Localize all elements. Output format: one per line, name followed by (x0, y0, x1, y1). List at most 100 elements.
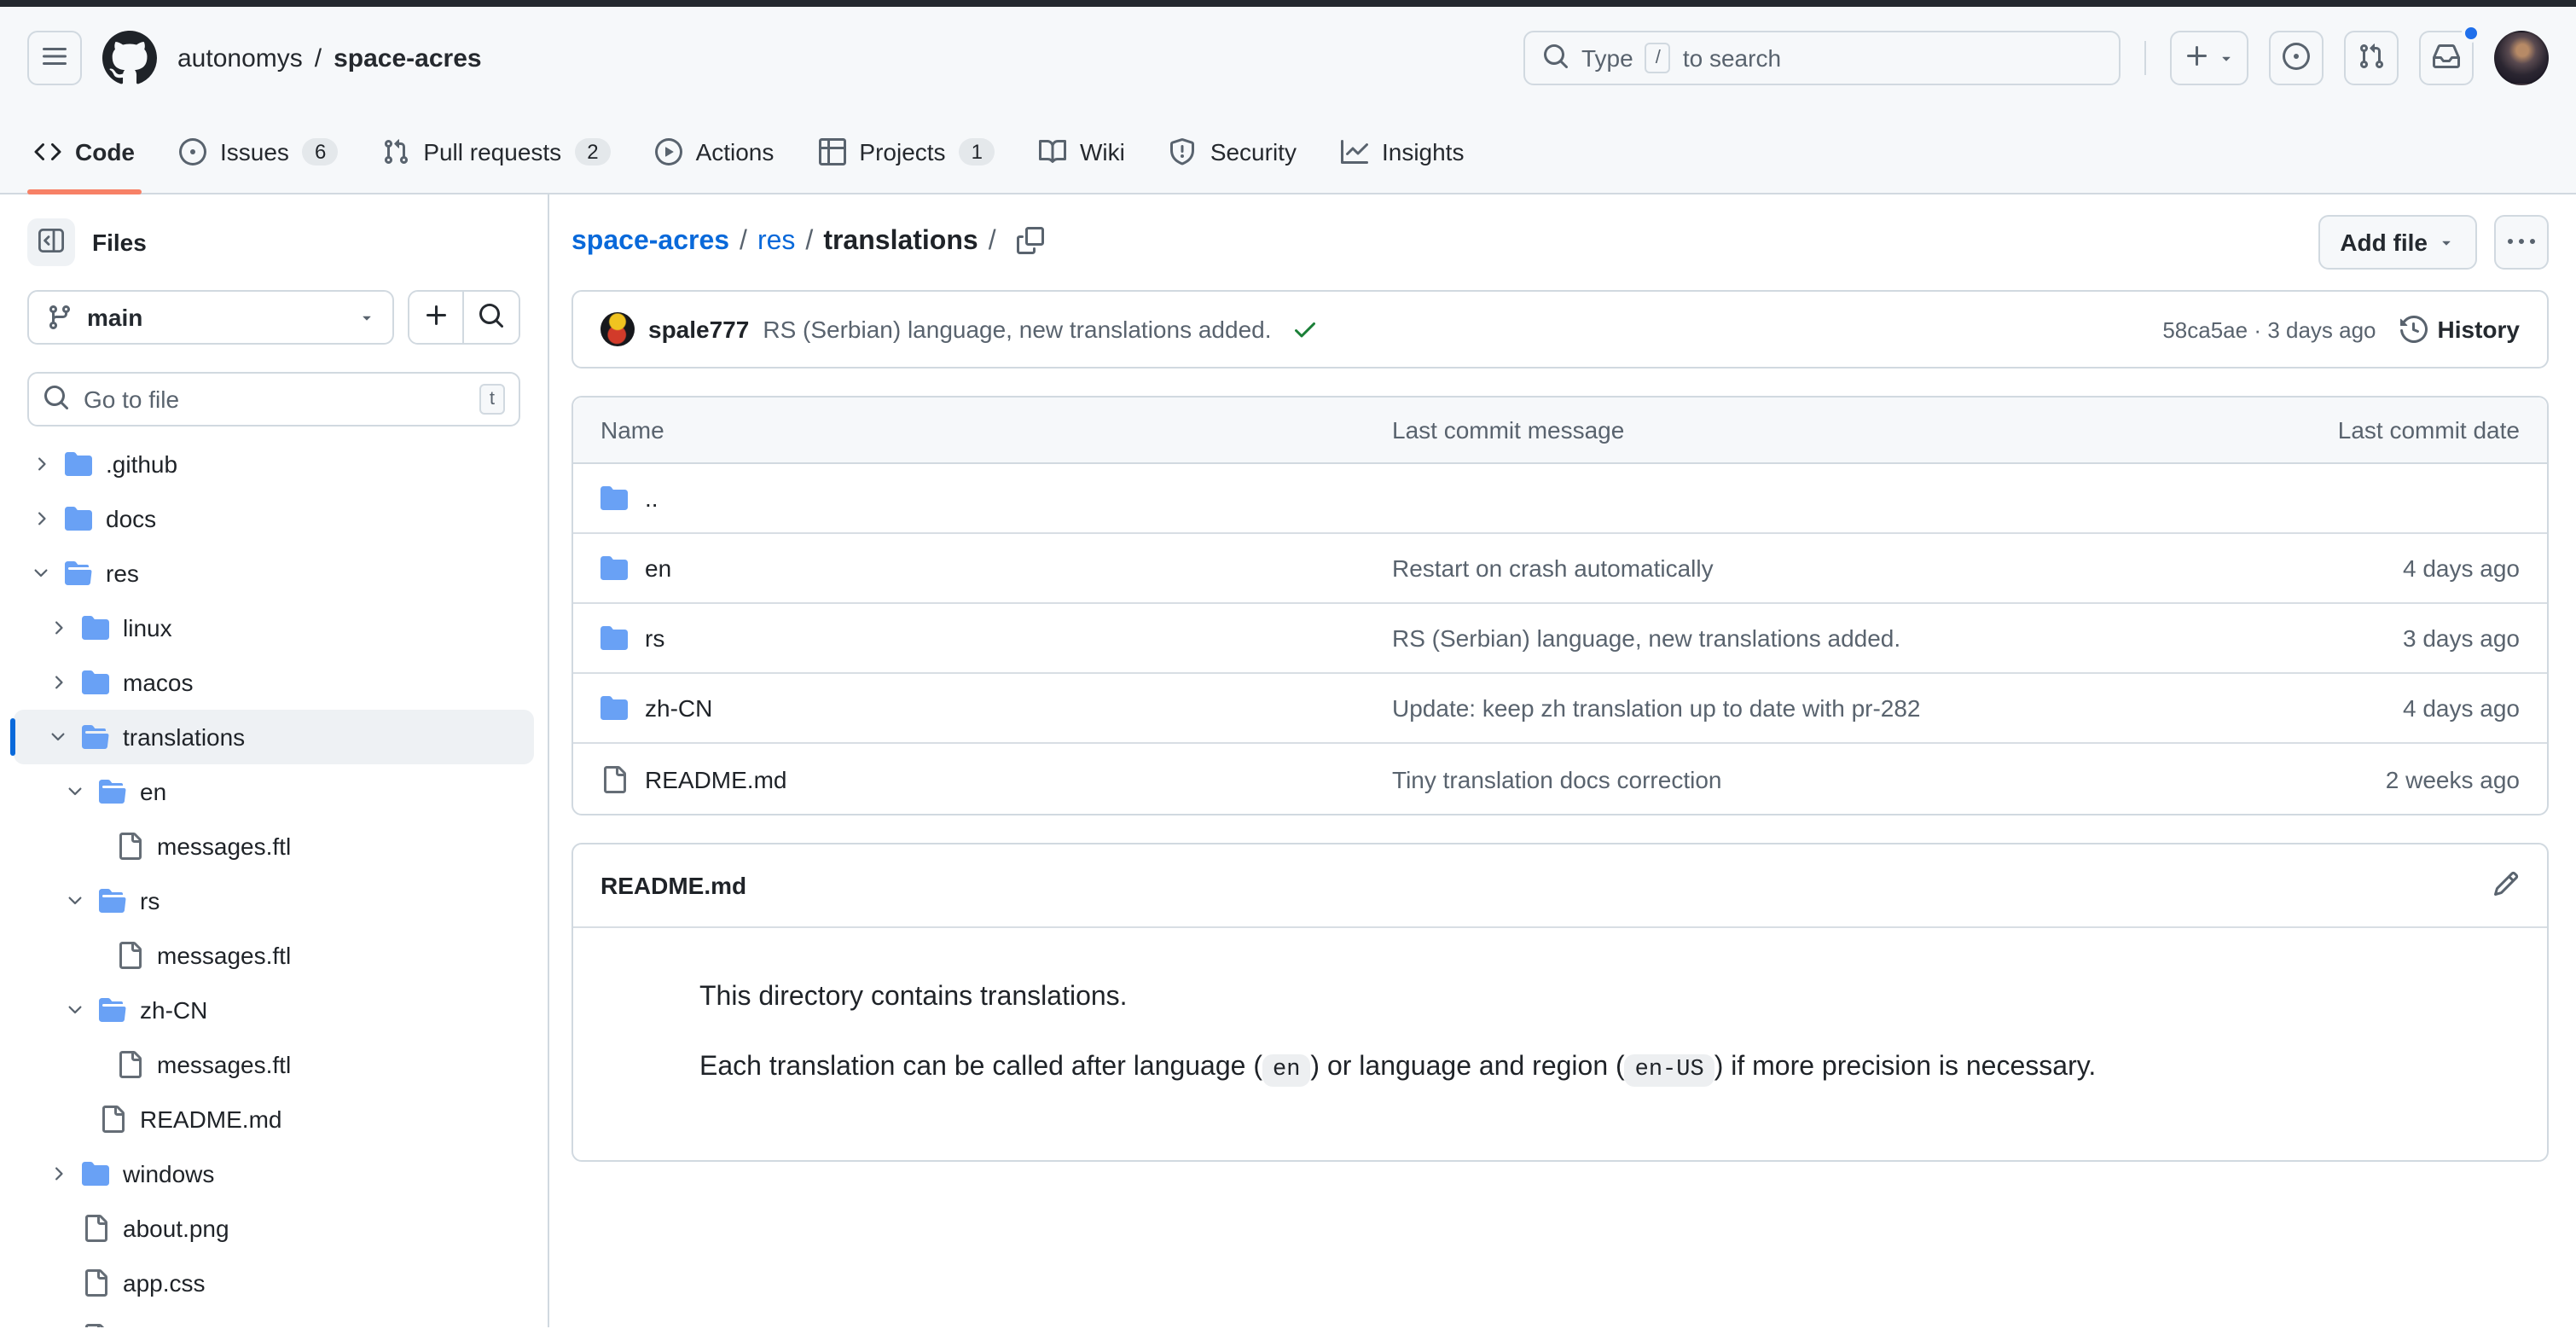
path-current-dir: translations (823, 227, 978, 258)
row-commit-date: 3 days ago (2213, 624, 2520, 652)
tab-code[interactable]: Code (17, 109, 152, 193)
tree-item-app.css[interactable]: app.css (14, 1256, 534, 1310)
tree-item-label: linux (123, 614, 172, 641)
tree-item-messages.ftl[interactable]: messages.ftl (14, 928, 534, 983)
file-icon (116, 942, 143, 969)
tab-counter: 2 (575, 137, 610, 165)
new-file-button[interactable] (409, 292, 464, 343)
row-commit-message[interactable]: Update: keep zh translation up to date w… (1392, 694, 2213, 722)
tree-item-rs[interactable]: rs (14, 873, 534, 928)
commit-sha-and-time[interactable]: 58ca5ae · 3 days ago (2162, 316, 2376, 342)
search-icon (478, 301, 505, 334)
tree-item-macos[interactable]: macos (14, 655, 534, 710)
commit-status-check-icon[interactable] (1292, 316, 1320, 343)
chevron-down-icon[interactable] (48, 727, 68, 747)
chevron-down-icon[interactable] (65, 891, 85, 911)
row-commit-message[interactable]: Tiny translation docs correction (1392, 765, 2213, 792)
go-to-file-input[interactable]: Go to file t (27, 372, 520, 427)
commit-message-link[interactable]: RS (Serbian) language, new translations … (763, 316, 1271, 343)
row-commit-message[interactable]: RS (Serbian) language, new translations … (1392, 624, 2213, 652)
commit-author-avatar[interactable] (600, 312, 635, 346)
row-commit-message[interactable]: Restart on crash automatically (1392, 554, 2213, 582)
file-name-link[interactable]: zh-CN (645, 694, 712, 722)
pencil-icon (2492, 869, 2520, 902)
tab-insights[interactable]: Insights (1324, 109, 1482, 193)
breadcrumb-repo-link[interactable]: space-acres (334, 44, 481, 73)
tab-projects[interactable]: Projects1 (801, 109, 1012, 193)
file-row-zh-CN[interactable]: zh-CN Update: keep zh translation up to d… (573, 674, 2547, 744)
tree-item-messages.ftl[interactable]: messages.ftl (14, 1037, 534, 1092)
breadcrumb-owner-link[interactable]: autonomys (177, 44, 303, 73)
add-file-button[interactable]: Add file (2318, 215, 2477, 270)
folder-icon (82, 669, 109, 696)
file-name-link[interactable]: .. (645, 485, 659, 512)
chevron-down-icon[interactable] (31, 563, 51, 583)
tree-item-label: messages.ftl (157, 942, 291, 969)
collapse-file-tree-button[interactable] (27, 218, 75, 266)
global-header: autonomys / space-acres Type / to search (0, 7, 2576, 109)
search-placeholder-prefix: Type (1581, 44, 1633, 72)
chevron-right-icon[interactable] (48, 618, 68, 638)
tree-item-res[interactable]: res (14, 546, 534, 601)
file-row-rs[interactable]: rs RS (Serbian) language, new translation… (573, 604, 2547, 674)
copy-path-button[interactable] (1017, 226, 1044, 258)
tree-item-windows[interactable]: windows (14, 1146, 534, 1201)
chevron-down-icon[interactable] (65, 1000, 85, 1020)
chevron-down-icon[interactable] (65, 781, 85, 802)
issues-dashboard-button[interactable] (2269, 31, 2324, 85)
path-repo-link[interactable]: space-acres (571, 227, 729, 258)
tree-item-label: messages.ftl (157, 833, 291, 860)
user-avatar[interactable] (2494, 31, 2549, 85)
chevron-right-icon[interactable] (48, 1164, 68, 1184)
tab-actions[interactable]: Actions (638, 109, 792, 193)
tree-item-label: messages.ftl (157, 1051, 291, 1078)
branch-selector[interactable]: main (27, 290, 394, 345)
tree-item-docs[interactable]: docs (14, 491, 534, 546)
file-row-en[interactable]: enRestart on crash automatically4 days a… (573, 534, 2547, 604)
tree-item-about.png[interactable]: about.png (14, 1201, 534, 1256)
search-icon (1542, 42, 1569, 74)
commit-author-link[interactable]: spale777 (648, 316, 749, 343)
file-row-README.md[interactable]: README.md Tiny translation docs correctio… (573, 744, 2547, 814)
tree-item-label: en (140, 778, 166, 805)
tree-item-icon.png[interactable]: icon.png (14, 1310, 534, 1327)
global-search-input[interactable]: Type / to search (1523, 31, 2121, 85)
chevron-right-icon[interactable] (31, 508, 51, 529)
tree-item-messages.ftl[interactable]: messages.ftl (14, 819, 534, 873)
tab-security[interactable]: Security (1152, 109, 1314, 193)
file-icon (116, 833, 143, 860)
chevron-right-icon[interactable] (31, 454, 51, 474)
github-logo-icon[interactable] (102, 31, 157, 85)
tab-wiki[interactable]: Wiki (1022, 109, 1142, 193)
tab-label: Code (75, 137, 135, 165)
create-new-button[interactable] (2170, 31, 2248, 85)
tree-item-en[interactable]: en (14, 764, 534, 819)
tree-item-zh-cn[interactable]: zh-CN (14, 983, 534, 1037)
edit-readme-button[interactable] (2492, 869, 2520, 902)
file-name-link[interactable]: en (645, 554, 671, 582)
search-icon (43, 383, 70, 415)
tree-item-readme.md[interactable]: README.md (14, 1092, 534, 1146)
path-separator: / (989, 227, 996, 258)
tree-item-label: about.png (123, 1215, 229, 1242)
current-branch-label: main (87, 304, 345, 331)
tab-label: Security (1210, 137, 1297, 165)
more-options-button[interactable] (2494, 215, 2549, 270)
history-button[interactable]: History (2400, 316, 2520, 343)
tree-item-.github[interactable]: .github (14, 437, 534, 491)
tree-item-translations[interactable]: translations (14, 710, 534, 764)
search-placeholder-suffix: to search (1683, 44, 1781, 72)
tree-item-label: icon.png (123, 1324, 213, 1327)
file-name-link[interactable]: rs (645, 624, 664, 652)
kebab-horizontal-icon (2508, 229, 2535, 256)
file-name-link[interactable]: README.md (645, 765, 786, 792)
pull-requests-dashboard-button[interactable] (2344, 31, 2399, 85)
hamburger-menu-button[interactable] (27, 31, 82, 85)
path-res-link[interactable]: res (757, 227, 795, 258)
tab-pull-requests[interactable]: Pull requests2 (365, 109, 627, 193)
search-this-repo-button[interactable] (464, 292, 519, 343)
tab-issues[interactable]: Issues6 (162, 109, 355, 193)
chevron-right-icon[interactable] (48, 672, 68, 693)
file-row-..[interactable]: .. (573, 464, 2547, 534)
tree-item-linux[interactable]: linux (14, 601, 534, 655)
